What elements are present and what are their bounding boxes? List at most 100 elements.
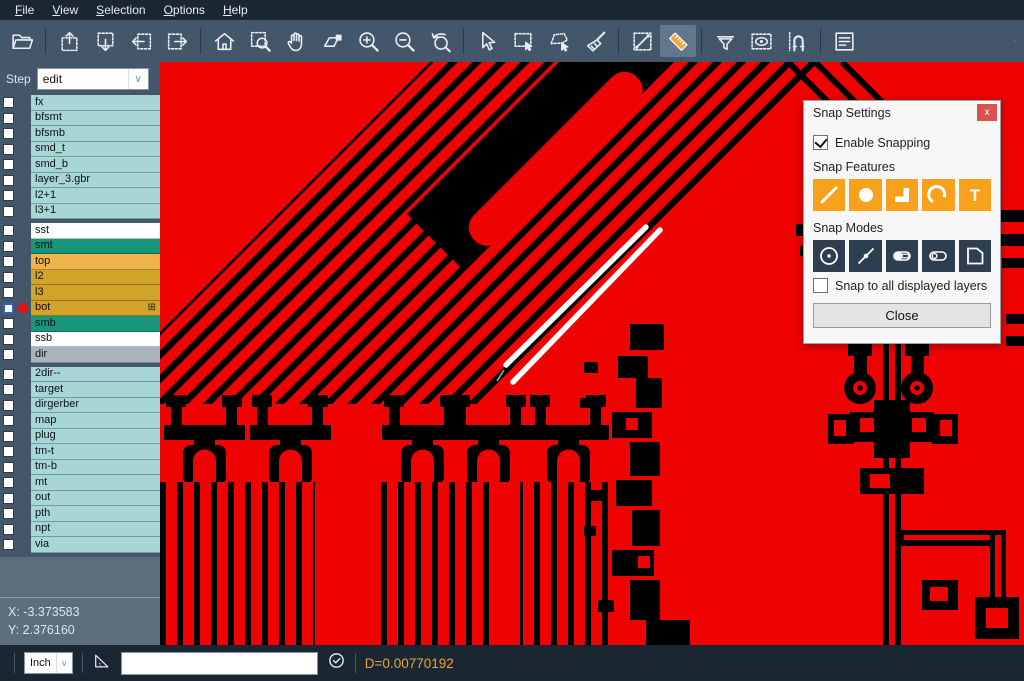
layer-label[interactable]: pth: [31, 506, 160, 522]
layer-label[interactable]: sst: [31, 223, 160, 239]
measure-ruler-button[interactable]: [660, 25, 696, 57]
shift-right-button[interactable]: [159, 25, 195, 57]
snap-mode-pad-filled-button[interactable]: [886, 240, 918, 272]
snap-mode-contour-button[interactable]: [959, 240, 991, 272]
layer-row-fx[interactable]: fx: [0, 95, 160, 111]
move-vertex-button[interactable]: [314, 25, 350, 57]
zoom-window-button[interactable]: [242, 25, 278, 57]
import-bottom-button[interactable]: [87, 25, 123, 57]
layer-row-dir[interactable]: dir: [0, 347, 160, 363]
layer-visibility-checkbox[interactable]: [3, 446, 14, 457]
layer-row-plug[interactable]: plug: [0, 429, 160, 445]
layer-visibility-checkbox[interactable]: [3, 349, 14, 360]
layer-row-top[interactable]: top: [0, 254, 160, 270]
layer-label[interactable]: dirgerber: [31, 398, 160, 414]
layer-row-ssb[interactable]: ssb: [0, 332, 160, 348]
layer-visibility-checkbox[interactable]: [3, 493, 14, 504]
layer-row-out[interactable]: out: [0, 491, 160, 507]
zoom-previous-button[interactable]: [422, 25, 458, 57]
menu-options[interactable]: Options: [155, 1, 214, 19]
layer-label[interactable]: smd_b: [31, 157, 160, 173]
layer-row-l2+1[interactable]: l2+1: [0, 188, 160, 204]
close-icon[interactable]: x: [977, 104, 997, 121]
layer-visibility-checkbox[interactable]: [3, 272, 14, 283]
auto-confirm-icon[interactable]: [327, 651, 346, 675]
polygon-select-button[interactable]: [541, 25, 577, 57]
layer-row-smb[interactable]: smb: [0, 316, 160, 332]
layer-row-bot[interactable]: bot⊞: [0, 301, 160, 317]
layer-visibility-checkbox[interactable]: [3, 303, 14, 314]
layer-label[interactable]: target: [31, 382, 160, 398]
layer-visibility-checkbox[interactable]: [3, 539, 14, 550]
layer-label[interactable]: smd_t: [31, 142, 160, 158]
snap-magnet-button[interactable]: [779, 25, 815, 57]
layer-visibility-checkbox[interactable]: [3, 369, 14, 380]
layer-row-smt[interactable]: smt: [0, 239, 160, 255]
dialog-titlebar[interactable]: Snap Settings x: [804, 101, 1000, 125]
layer-label[interactable]: bfsmt: [31, 111, 160, 127]
layer-label[interactable]: ssb: [31, 332, 160, 348]
open-button[interactable]: [4, 25, 40, 57]
import-top-button[interactable]: [51, 25, 87, 57]
zoom-in-button[interactable]: [350, 25, 386, 57]
snap-all-layers-row[interactable]: Snap to all displayed layers: [813, 278, 991, 293]
unit-select[interactable]: Inch ∨: [24, 652, 73, 674]
menu-help[interactable]: Help: [214, 1, 257, 19]
layer-row-l2[interactable]: l2: [0, 270, 160, 286]
layer-visibility-checkbox[interactable]: [3, 128, 14, 139]
layer-row-mt[interactable]: mt: [0, 475, 160, 491]
layer-row-2dir--[interactable]: 2dir--: [0, 367, 160, 383]
layer-row-layer_3.gbr[interactable]: layer_3.gbr: [0, 173, 160, 189]
clean-brush-button[interactable]: [577, 25, 613, 57]
report-form-button[interactable]: [826, 25, 862, 57]
snap-feature-line-button[interactable]: [813, 179, 845, 211]
layer-label[interactable]: fx: [31, 95, 160, 111]
angle-icon[interactable]: [92, 652, 112, 675]
toolbar-overflow-chevron[interactable]: ⌄: [1011, 32, 1020, 45]
layer-visibility-checkbox[interactable]: [3, 241, 14, 252]
layer-visibility-checkbox[interactable]: [3, 477, 14, 488]
layer-row-npt[interactable]: npt: [0, 522, 160, 538]
snap-feature-surface-button[interactable]: [886, 179, 918, 211]
layer-label[interactable]: mt: [31, 475, 160, 491]
layer-label[interactable]: l2+1: [31, 188, 160, 204]
layer-visibility-checkbox[interactable]: [3, 256, 14, 267]
layer-label[interactable]: smt: [31, 239, 160, 255]
pan-button[interactable]: [278, 25, 314, 57]
snap-feature-pad-button[interactable]: [849, 179, 881, 211]
layer-label[interactable]: bot⊞: [31, 301, 160, 317]
layer-label[interactable]: tm-b: [31, 460, 160, 476]
layer-visibility-checkbox[interactable]: [3, 113, 14, 124]
close-button[interactable]: Close: [813, 303, 991, 328]
layer-visibility-checkbox[interactable]: [3, 97, 14, 108]
measure-value-input[interactable]: [121, 652, 318, 675]
layer-label[interactable]: via: [31, 537, 160, 553]
layer-visibility-checkbox[interactable]: [3, 415, 14, 426]
menu-selection[interactable]: Selection: [87, 1, 154, 19]
layer-row-l3[interactable]: l3: [0, 285, 160, 301]
layer-row-tm-t[interactable]: tm-t: [0, 444, 160, 460]
layer-label[interactable]: l3+1: [31, 204, 160, 220]
layer-visibility-checkbox[interactable]: [3, 508, 14, 519]
shift-left-button[interactable]: [123, 25, 159, 57]
layer-row-pth[interactable]: pth: [0, 506, 160, 522]
home-view-button[interactable]: [206, 25, 242, 57]
layer-visibility-checkbox[interactable]: [3, 384, 14, 395]
layer-visibility-checkbox[interactable]: [3, 462, 14, 473]
layer-row-sst[interactable]: sst: [0, 223, 160, 239]
menu-file[interactable]: File: [6, 1, 43, 19]
layer-visibility-checkbox[interactable]: [3, 159, 14, 170]
layer-row-bfsmb[interactable]: bfsmb: [0, 126, 160, 142]
layer-label[interactable]: l2: [31, 270, 160, 286]
layer-visibility-checkbox[interactable]: [3, 400, 14, 411]
layer-label[interactable]: smb: [31, 316, 160, 332]
layer-row-smd_b[interactable]: smd_b: [0, 157, 160, 173]
step-select[interactable]: edit ∨: [37, 68, 149, 90]
layer-label[interactable]: bfsmb: [31, 126, 160, 142]
menu-view[interactable]: View: [43, 1, 87, 19]
layer-row-bfsmt[interactable]: bfsmt: [0, 111, 160, 127]
select-button[interactable]: [469, 25, 505, 57]
layer-visibility-checkbox[interactable]: [3, 431, 14, 442]
layer-label[interactable]: layer_3.gbr: [31, 173, 160, 189]
snap-all-layers-checkbox[interactable]: [813, 278, 828, 293]
